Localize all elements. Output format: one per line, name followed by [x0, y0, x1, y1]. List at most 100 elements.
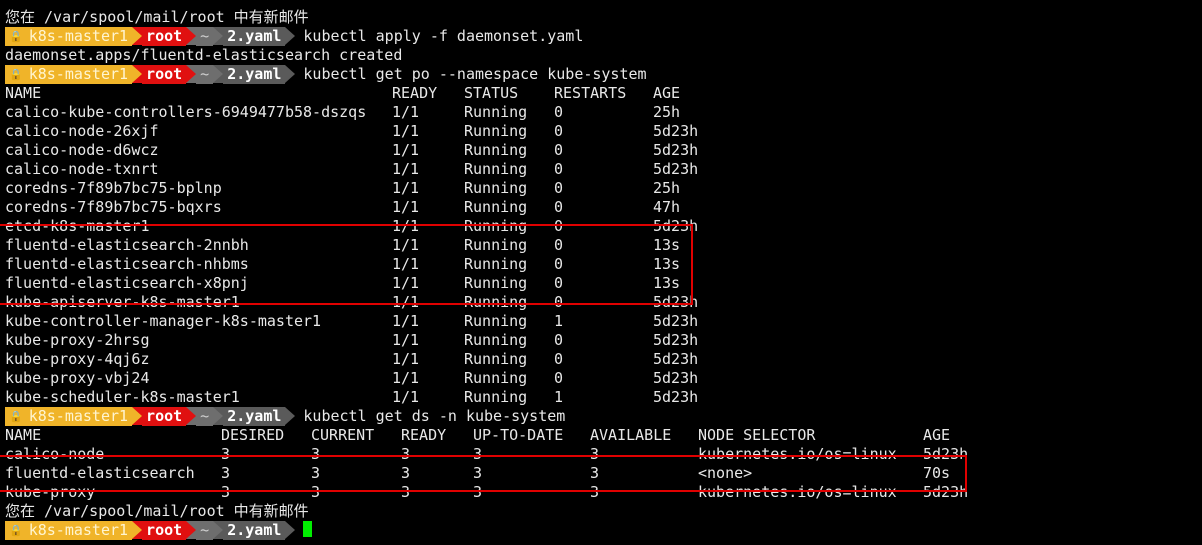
pods-table-header: NAME READY STATUS RESTARTS AGE [5, 84, 1202, 103]
ds-table-header-cell: READY [401, 426, 447, 444]
prompt-dir-current: 2.yaml [223, 407, 286, 426]
prompt-user: root [142, 27, 187, 46]
pods-table-row: kube-proxy-4qj6z 1/1 Running 0 5d23h [5, 350, 1202, 369]
prompt-separator-arrow [186, 521, 197, 539]
prompt-separator-arrow [285, 521, 296, 539]
pods-table-row-cell: Running [464, 122, 528, 140]
pods-table-row-cell: 47h [653, 198, 681, 216]
prompt-separator-arrow [213, 27, 224, 45]
pods-table-row-cell: 5d23h [653, 122, 699, 140]
pods-table-row-cell: calico-node-26xjf [5, 122, 159, 140]
prompt-host-label: k8s-master1 [28, 521, 129, 539]
prompt-separator-arrow [213, 521, 224, 539]
prompt-line: 🔒 k8s-master1 root ~2.yaml kubectl get ds -n… [5, 407, 1202, 426]
pods-table-row: kube-controller-manager-k8s-master1 1/1 Ru… [5, 312, 1202, 331]
ds-table-header-cell: NODE SELECTOR [698, 426, 816, 444]
prompt-user: root [142, 521, 187, 540]
lock-icon: 🔒 [9, 524, 23, 537]
pods-table-row-cell: 5d23h [653, 388, 699, 406]
pods-table-row-cell: 1/1 [392, 103, 420, 121]
prompt-separator-arrow [285, 27, 296, 45]
pods-table-row-cell: 1/1 [392, 179, 420, 197]
prompt-dir-home: ~ [196, 27, 214, 46]
ds-table-header-cell: NAME [5, 426, 42, 444]
pods-table-row-cell: 5d23h [653, 350, 699, 368]
pods-table-row-cell: calico-node-txnrt [5, 160, 159, 178]
pods-table-row-cell: Running [464, 179, 528, 197]
pods-table-row: coredns-7f89b7bc75-bqxrs 1/1 Running 0 47h [5, 198, 1202, 217]
lock-icon: 🔒 [9, 30, 23, 43]
prompt-separator-arrow [213, 65, 224, 83]
pods-table-row-cell: 1/1 [392, 122, 420, 140]
pods-table-row: calico-node-26xjf 1/1 Running 0 5d23h [5, 122, 1202, 141]
pods-table-header-cell: NAME [5, 84, 42, 102]
pods-table-row-cell: coredns-7f89b7bc75-bqxrs [5, 198, 222, 216]
prompt-separator-arrow [186, 27, 197, 45]
pods-table-row: kube-proxy-2hrsg 1/1 Running 0 5d23h [5, 331, 1202, 350]
prompt-separator-arrow [186, 65, 197, 83]
pods-table-row: calico-node-d6wcz 1/1 Running 0 5d23h [5, 141, 1202, 160]
pods-table-row-cell: Running [464, 312, 528, 330]
prompt-separator-arrow [132, 407, 143, 425]
pods-table-row-cell: 1/1 [392, 369, 420, 387]
pods-table-row-cell: 1/1 [392, 388, 420, 406]
pods-table-row: calico-node-txnrt 1/1 Running 0 5d23h [5, 160, 1202, 179]
pods-table-row-cell: 25h [653, 179, 681, 197]
ds-table-header-cell: AGE [923, 426, 951, 444]
prompt-dir-home: ~ [196, 407, 214, 426]
prompt-host-label: k8s-master1 [28, 407, 129, 425]
pods-table-row-cell: 0 [554, 160, 564, 178]
prompt-separator-arrow [285, 407, 296, 425]
pods-table-row: kube-scheduler-k8s-master1 1/1 Running 1 5d2… [5, 388, 1202, 407]
pods-table-row-cell: kube-proxy-vbj24 [5, 369, 150, 387]
prompt-line: 🔒 k8s-master1 root ~2.yaml [5, 521, 1202, 540]
pods-table-header-cell: RESTARTS [554, 84, 627, 102]
ds-table-header-cell: UP-TO-DATE [473, 426, 564, 444]
pods-table-row-cell: 5d23h [653, 160, 699, 178]
prompt-dir-current: 2.yaml [223, 27, 286, 46]
highlight-box-pods [0, 224, 693, 305]
prompt-host: 🔒 k8s-master1 [5, 407, 133, 426]
pods-table-row: calico-kube-controllers-6949477b58-dszqs… [5, 103, 1202, 122]
prompt-line: 🔒 k8s-master1 root ~2.yaml kubectl get po --… [5, 65, 1202, 84]
pods-table-row-cell: 1 [554, 312, 564, 330]
pods-table-header-cell: READY [392, 84, 438, 102]
pods-table-row-cell: Running [464, 388, 528, 406]
pods-table-row-cell: 0 [554, 141, 564, 159]
pods-table-row-cell: kube-scheduler-k8s-master1 [5, 388, 240, 406]
highlight-box-ds [0, 455, 967, 492]
mail-notice: 您在 /var/spool/mail/root 中有新邮件 [5, 502, 309, 520]
pods-table-row: coredns-7f89b7bc75-bplnp 1/1 Running 0 25h [5, 179, 1202, 198]
command-text: kubectl apply -f daemonset.yaml [303, 27, 584, 45]
ds-table-header-cell: AVAILABLE [590, 426, 672, 444]
pods-table-row-cell: 1/1 [392, 198, 420, 216]
terminal-cursor[interactable] [303, 521, 313, 537]
pods-table-row-cell: Running [464, 369, 528, 387]
pods-table-row-cell: kube-proxy-4qj6z [5, 350, 150, 368]
pods-table-row-cell: 0 [554, 369, 564, 387]
pods-table-row-cell: 1/1 [392, 312, 420, 330]
pods-table-row-cell: 5d23h [653, 312, 699, 330]
prompt-separator-arrow [285, 65, 296, 83]
pods-table-row-cell: Running [464, 141, 528, 159]
prompt-separator-arrow [132, 27, 143, 45]
prompt-host: 🔒 k8s-master1 [5, 521, 133, 540]
pods-table-row-cell: 5d23h [653, 369, 699, 387]
ds-table-header-cell: CURRENT [311, 426, 375, 444]
pods-table-row-cell: Running [464, 350, 528, 368]
prompt-host: 🔒 k8s-master1 [5, 27, 133, 46]
pods-table-row-cell: Running [464, 160, 528, 178]
prompt-host-label: k8s-master1 [28, 65, 129, 83]
pods-table-row-cell: calico-node-d6wcz [5, 141, 159, 159]
prompt-dir-home: ~ [196, 521, 214, 540]
prompt-separator-arrow [132, 521, 143, 539]
pods-table-row-cell: 25h [653, 103, 681, 121]
prompt-dir-current: 2.yaml [223, 65, 286, 84]
pods-table-row-cell: 0 [554, 331, 564, 349]
pods-table-header-cell: STATUS [464, 84, 519, 102]
prompt-line: 🔒 k8s-master1 root ~2.yaml kubectl apply -f … [5, 27, 1202, 46]
terminal-window[interactable]: 您在 /var/spool/mail/root 中有新邮件 🔒 k8s-master… [0, 0, 1202, 545]
command-text: kubectl get ds -n kube-system [303, 407, 566, 425]
pods-table-row-cell: kube-proxy-2hrsg [5, 331, 150, 349]
prompt-separator-arrow [132, 65, 143, 83]
